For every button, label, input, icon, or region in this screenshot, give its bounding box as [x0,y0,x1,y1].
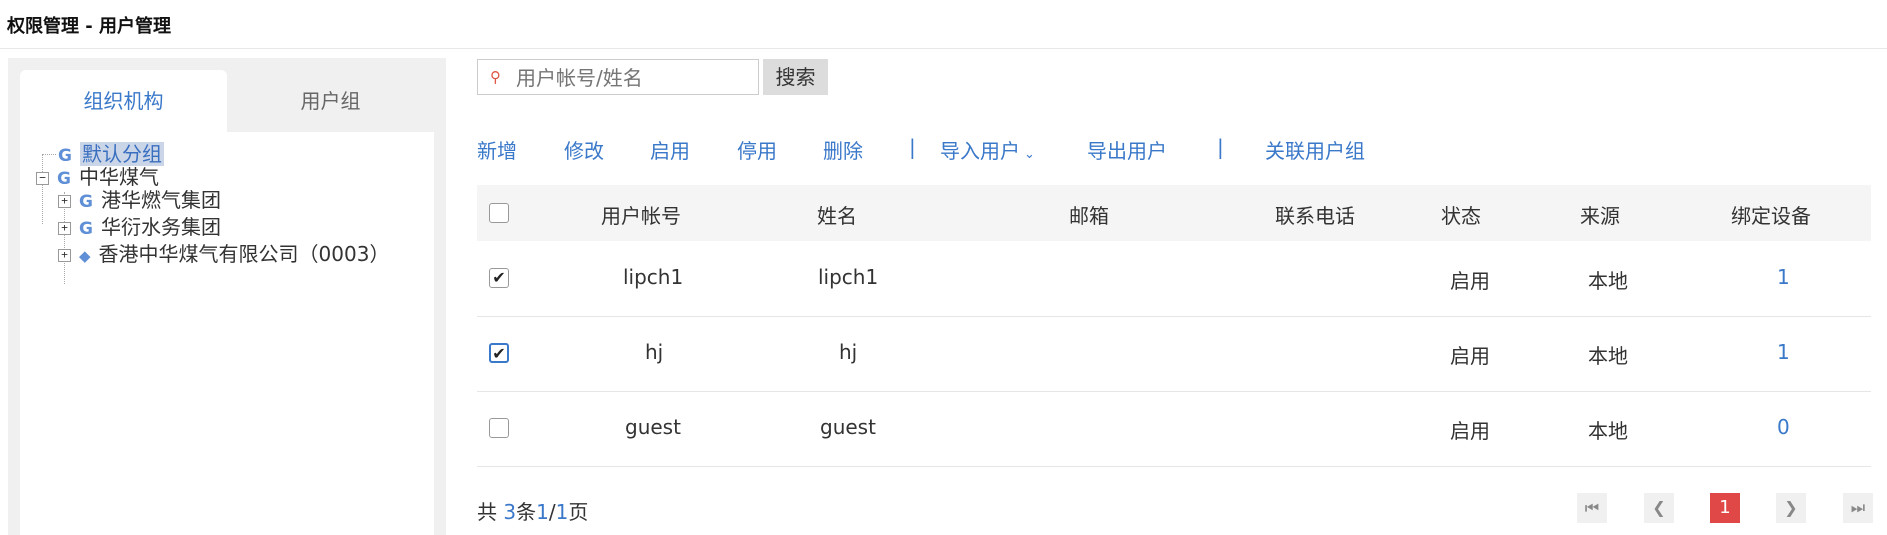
import-users-button[interactable]: 导入用户 ⌄ [940,135,1035,164]
tree-node-hk-towngas[interactable]: + ◆ 香港中华煤气有限公司（0003） [58,241,389,267]
expand-icon[interactable]: + [58,195,71,208]
cell-status: 启用 [1450,269,1490,293]
delete-button[interactable]: 删除 [823,135,863,164]
tree-node-label: 默认分组 [79,142,164,166]
pager-summary: 共 3条1/1页 [477,496,588,525]
cell-account: hj [645,340,664,364]
search-input[interactable] [514,64,750,92]
collapse-icon[interactable]: − [36,172,49,185]
page-header: 权限管理 - 用户管理 [0,0,1887,49]
tree-node-label: 港华燃气集团 [100,188,221,212]
column-header-account: 用户帐号 [601,204,681,228]
cell-name: guest [820,415,876,439]
row-checkbox[interactable]: ✔ [489,268,509,288]
tab-user-group[interactable]: 用户组 [227,70,434,132]
pager-page: 1 [536,500,549,524]
link-user-group-button[interactable]: 关联用户组 [1265,135,1365,164]
group-icon: G [79,218,93,239]
tree-node-label: 华衍水务集团 [100,215,221,239]
cell-account: lipch1 [623,265,684,289]
toolbar-separator: | [909,135,916,159]
tree-node-huayan[interactable]: + G 华衍水务集团 [58,214,221,240]
table-row[interactable]: guest guest 启用 本地 0 [477,391,1871,467]
tree-node-label: 香港中华煤气有限公司（0003） [98,242,390,266]
pager-suffix: 页 [568,500,589,524]
cell-source: 本地 [1588,269,1628,293]
edit-button[interactable]: 修改 [564,135,604,164]
cell-source: 本地 [1588,419,1628,443]
expand-icon[interactable]: + [58,249,71,262]
table-header: 用户帐号 姓名 邮箱 联系电话 状态 来源 绑定设备 [477,185,1871,241]
tab-organization[interactable]: 组织机构 [20,70,227,132]
toolbar-separator: | [1217,135,1224,159]
column-header-devices: 绑定设备 [1731,204,1811,228]
group-icon: G [79,191,93,212]
first-page-icon[interactable]: ⏮ [1577,493,1607,523]
page-title: 权限管理 - 用户管理 [7,16,172,37]
column-header-phone: 联系电话 [1275,204,1355,228]
left-panel: 组织机构 用户组 G 默认分组 − G 中华煤气 + G 港华燃气集团 + G 华衍水务集团 … [8,58,446,535]
pager-prefix: 共 [477,500,497,524]
select-all-checkbox[interactable] [489,203,509,223]
column-header-status: 状态 [1441,204,1481,228]
cell-devices-link[interactable]: 0 [1777,415,1790,439]
cell-source: 本地 [1588,344,1628,368]
cell-account: guest [625,415,681,439]
tree-line [42,154,56,155]
search-box: ⚲ [477,59,759,95]
expand-icon[interactable]: + [58,222,71,235]
cell-devices-link[interactable]: 1 [1777,265,1790,289]
column-header-name: 姓名 [817,204,857,228]
tree-node-gangshua[interactable]: + G 港华燃气集团 [58,187,221,213]
column-header-source: 来源 [1580,204,1620,228]
row-checkbox[interactable]: ✔ [489,343,509,363]
last-page-icon[interactable]: ⏭ [1843,493,1873,523]
row-checkbox[interactable] [489,418,509,438]
disable-button[interactable]: 停用 [737,135,777,164]
cell-devices-link[interactable]: 1 [1777,340,1790,364]
next-page-icon[interactable]: ❯ [1776,493,1806,523]
import-users-label: 导入用户 [940,139,1020,163]
export-users-button[interactable]: 导出用户 [1087,135,1167,164]
org-tree: G 默认分组 − G 中华煤气 + G 港华燃气集团 + G 华衍水务集团 + ◆ 香港中华煤气有… [20,132,434,535]
cell-status: 启用 [1450,344,1490,368]
left-tabs: 组织机构 用户组 [20,70,434,132]
search-icon: ⚲ [490,68,501,86]
search-button[interactable]: 搜索 [763,59,828,95]
column-header-email: 邮箱 [1069,204,1109,228]
enable-button[interactable]: 启用 [650,135,690,164]
pager-total: 3 [503,500,517,524]
pager-pages: 1 [555,500,569,524]
add-button[interactable]: 新增 [477,135,517,164]
chevron-down-icon: ⌄ [1024,147,1035,162]
table-row[interactable]: ✔ hj hj 启用 本地 1 [477,316,1871,392]
prev-page-icon[interactable]: ❮ [1644,493,1674,523]
table-row[interactable]: ✔ lipch1 lipch1 启用 本地 1 [477,241,1871,317]
diamond-icon: ◆ [79,246,91,265]
current-page-button[interactable]: 1 [1710,493,1740,523]
tree-node-label: 中华煤气 [78,165,159,189]
pager-mid: 条 [516,500,537,524]
cell-name: hj [839,340,858,364]
cell-name: lipch1 [818,265,879,289]
pager-slash: / [548,500,556,524]
cell-status: 启用 [1450,419,1490,443]
